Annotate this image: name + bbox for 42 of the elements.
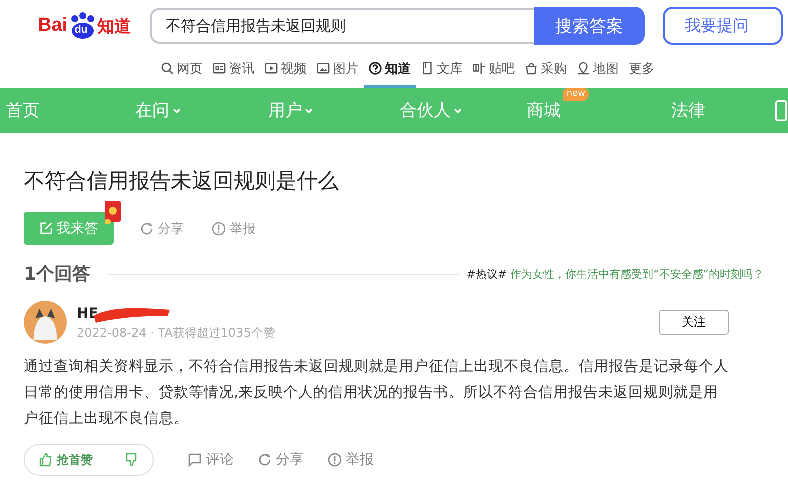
search-tab[interactable]: 网页 bbox=[156, 52, 208, 88]
hot-topic-link[interactable]: #热议# 作为女性，你生活中有感受到“不安全感”的时刻吗？ bbox=[466, 266, 764, 282]
question-icon bbox=[369, 62, 382, 75]
play-icon bbox=[265, 62, 278, 75]
search-tab[interactable]: 贴吧 bbox=[468, 52, 520, 88]
basket-icon bbox=[525, 62, 538, 75]
search-tab[interactable]: 地图 bbox=[572, 52, 624, 88]
warning-icon bbox=[212, 222, 226, 236]
thumbs-up-icon bbox=[39, 453, 53, 467]
edit-icon bbox=[40, 222, 52, 235]
ask-button[interactable]: 我要提问 bbox=[663, 7, 783, 45]
avatar bbox=[24, 301, 67, 344]
search-tab[interactable]: 图片 bbox=[312, 52, 364, 88]
search-tab[interactable]: 文库 bbox=[416, 52, 468, 88]
search-tab[interactable]: 更多 bbox=[624, 52, 660, 88]
report-link[interactable]: 举报 bbox=[328, 451, 374, 469]
new-badge: new bbox=[562, 88, 590, 101]
image-icon bbox=[317, 62, 330, 75]
envelope-icon bbox=[104, 200, 122, 224]
share-icon bbox=[140, 222, 154, 236]
question-title: 不符合信用报告未返回规则是什么 bbox=[24, 168, 340, 195]
search-field[interactable]: 不符合信用报告未返回规则 bbox=[150, 8, 534, 44]
logo[interactable]: Bai du 知道 bbox=[38, 12, 150, 40]
search-tab[interactable]: 采购 bbox=[520, 52, 572, 88]
thumbs-down-icon[interactable] bbox=[125, 453, 139, 467]
share-icon bbox=[258, 453, 272, 467]
newspaper-icon bbox=[213, 62, 226, 75]
comment-icon bbox=[188, 453, 202, 467]
document-icon bbox=[421, 62, 434, 75]
phone-icon[interactable] bbox=[775, 100, 788, 122]
search-tab[interactable]: 资讯 bbox=[208, 52, 260, 88]
search-icon bbox=[161, 62, 174, 75]
share-link[interactable]: 分享 bbox=[258, 451, 304, 469]
warning-icon bbox=[328, 453, 342, 467]
answer-count: 1个回答 bbox=[24, 263, 91, 286]
location-icon bbox=[577, 62, 590, 75]
answer-meta: 2022-08-24 · TA获得超过1035个赞 bbox=[77, 325, 276, 342]
search-button[interactable]: 搜索答案 bbox=[534, 7, 645, 45]
answer-text: 通过查询相关资料显示，不符合信用报告未返回规则就是用户征信上出现不良信息。信用报告是记录每个人日常的使用信用卡、贷款等情况,来反映个人的信用状况的报告书。所以不符合信用报告未返回规则就是用户征信上出现不良信息。 bbox=[24, 357, 730, 429]
search-tab[interactable]: 视频 bbox=[260, 52, 312, 88]
comment-link[interactable]: 评论 bbox=[188, 451, 234, 469]
follow-button[interactable]: 关注 bbox=[659, 310, 729, 335]
